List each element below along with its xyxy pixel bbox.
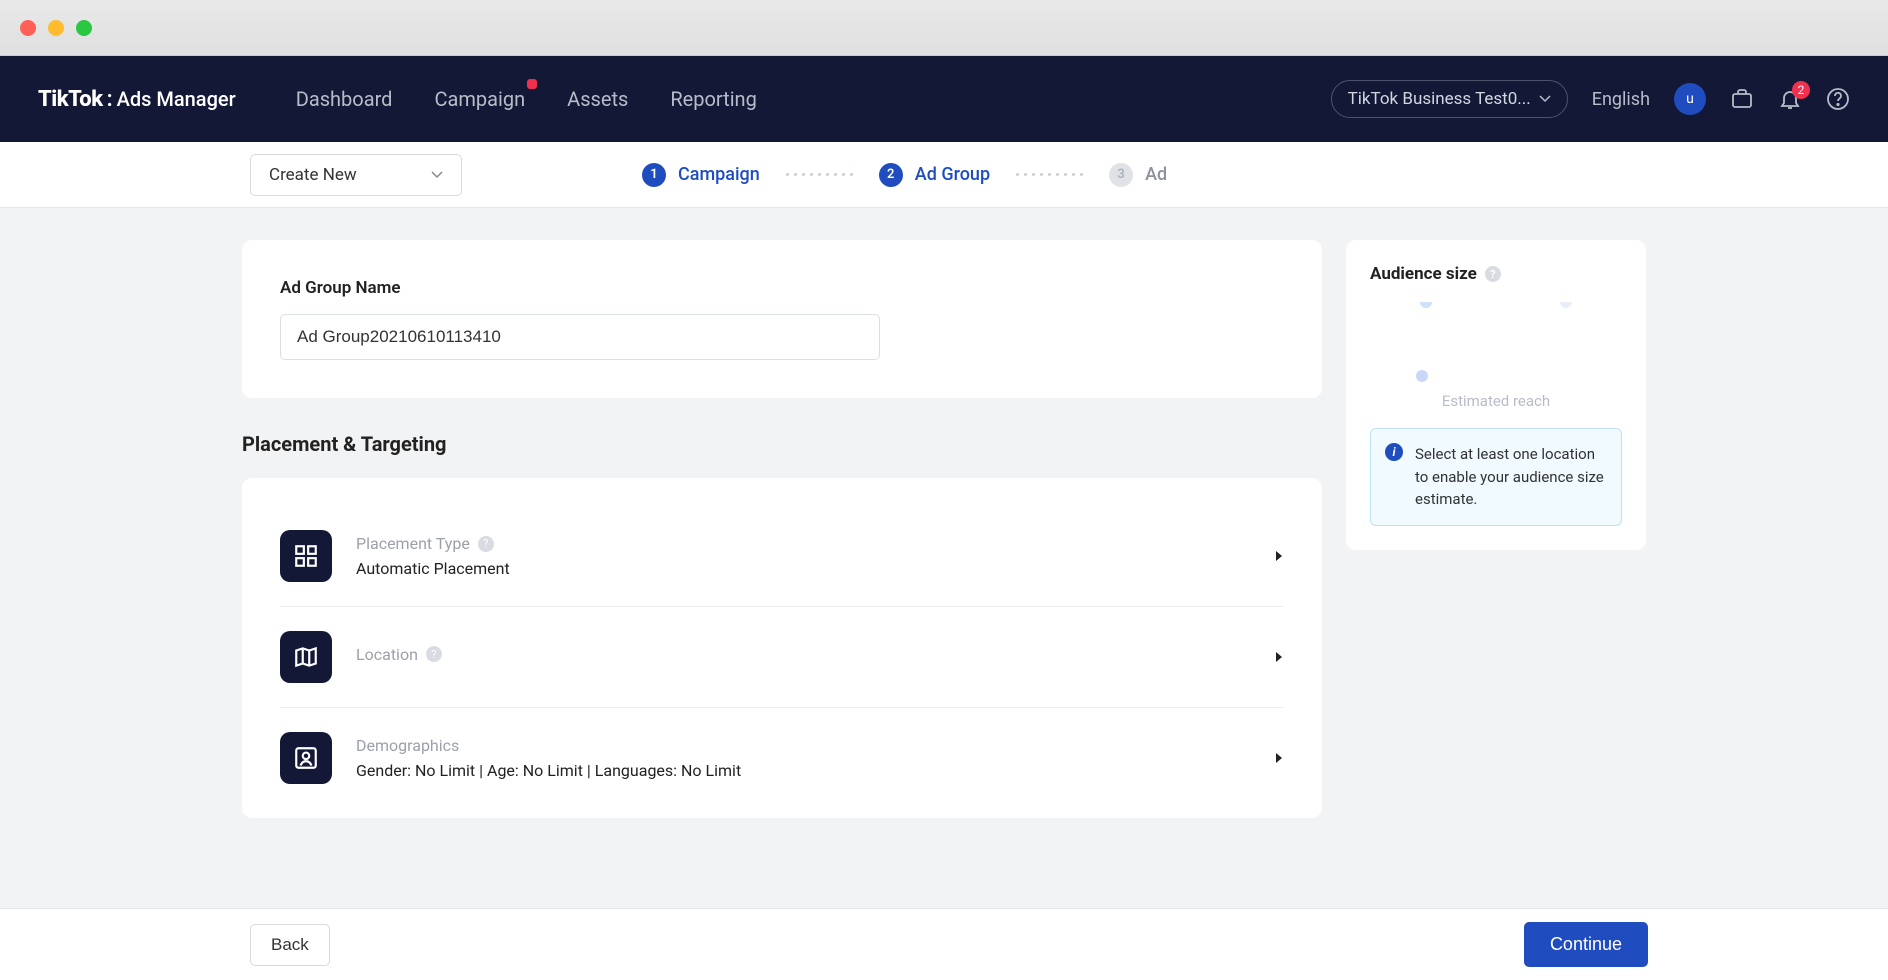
step-number: 3 [1109,163,1133,187]
nav-campaign-label: Campaign [434,87,525,111]
step-number: 2 [879,163,903,187]
gauge-needle-icon [1416,370,1428,382]
business-select[interactable]: TikTok Business Test0... [1331,80,1568,118]
notifications-button[interactable]: 2 [1778,87,1802,111]
window-close-icon[interactable] [20,20,36,36]
step-ad[interactable]: 3 Ad [1109,163,1167,187]
nav-links: Dashboard Campaign Assets Reporting [296,87,757,111]
alert: i Select at least one location to enable… [1370,428,1622,526]
info-icon: i [1385,443,1403,461]
row-location[interactable]: Location? [280,607,1284,708]
expand-arrow-icon [1274,547,1284,566]
gauge: Estimated reach [1370,302,1622,410]
row-body: Placement Type? Automatic Placement [356,534,1250,578]
help-tooltip-icon[interactable]: ? [478,536,494,552]
back-button[interactable]: Back [250,924,330,966]
chevron-down-icon [431,171,443,179]
nav-dashboard-label: Dashboard [296,87,393,111]
section-title: Placement & Targeting [242,432,1322,456]
create-mode-select[interactable]: Create New [250,154,462,196]
page: Ad Group Name Placement & Targeting Plac… [0,208,1888,938]
step-separator-icon [774,173,865,176]
help-tooltip-icon[interactable]: ? [426,646,442,662]
top-nav: TikTok: Ads Manager Dashboard Campaign A… [0,56,1888,142]
continue-button[interactable]: Continue [1524,922,1648,967]
adgroup-name-label: Ad Group Name [280,278,1284,298]
nav-dashboard[interactable]: Dashboard [296,87,393,111]
row-title: Location? [356,645,1250,664]
nav-campaign-badge-icon [527,79,537,89]
help-circle-icon [1826,87,1850,111]
map-icon [280,631,332,683]
back-button-label: Back [271,935,309,954]
alert-text: Select at least one location to enable y… [1415,443,1607,511]
step-label: Ad Group [915,164,990,185]
row-body: Location? [356,645,1250,670]
step-label: Ad [1145,164,1167,185]
nav-campaign[interactable]: Campaign [434,87,525,111]
nav-assets-label: Assets [567,87,628,111]
logo[interactable]: TikTok: Ads Manager [38,87,236,112]
step-label: Campaign [678,164,760,185]
business-select-label: TikTok Business Test0... [1348,89,1531,109]
window-maximize-icon[interactable] [76,20,92,36]
language-label: English [1592,89,1650,110]
steps-bar: Create New 1 Campaign 2 Ad Group 3 Ad [0,142,1888,208]
row-placement-type[interactable]: Placement Type? Automatic Placement [280,506,1284,607]
help-tooltip-icon[interactable]: ? [1485,266,1501,282]
row-value: Gender: No Limit | Age: No Limit | Langu… [356,761,1250,780]
audience-size-title-text: Audience size [1370,264,1477,284]
language-select[interactable]: English [1592,89,1650,110]
grid-icon [280,530,332,582]
row-body: Demographics Gender: No Limit | Age: No … [356,736,1250,780]
step-campaign[interactable]: 1 Campaign [642,163,760,187]
window-minimize-icon[interactable] [48,20,64,36]
row-title-text: Placement Type [356,534,470,553]
adgroup-name-card: Ad Group Name [242,240,1322,398]
step-adgroup[interactable]: 2 Ad Group [879,163,990,187]
step-number: 1 [642,163,666,187]
expand-arrow-icon [1274,749,1284,768]
estimated-reach-label: Estimated reach [1442,392,1550,410]
logo-product: Ads Manager [117,87,236,111]
side-column: Audience size ? Estimated reach i Select… [1346,240,1646,818]
steps: 1 Campaign 2 Ad Group 3 Ad [642,163,1167,187]
row-title: Placement Type? [356,534,1250,553]
footer: Back Continue [0,908,1888,980]
row-demographics[interactable]: Demographics Gender: No Limit | Age: No … [280,708,1284,808]
step-separator-icon [1004,173,1095,176]
briefcase-button[interactable] [1730,87,1754,111]
right-actions: TikTok Business Test0... English u 2 [1331,80,1850,118]
gauge-arc-icon [1416,302,1576,382]
audience-size-title: Audience size ? [1370,264,1622,284]
create-mode-label: Create New [269,165,357,185]
logo-sep: : [107,87,113,112]
audience-size-card: Audience size ? Estimated reach i Select… [1346,240,1646,550]
targeting-card: Placement Type? Automatic Placement Loca… [242,478,1322,818]
row-title-text: Location [356,645,418,664]
avatar[interactable]: u [1674,83,1706,115]
main-column: Ad Group Name Placement & Targeting Plac… [242,240,1322,818]
row-value: Automatic Placement [356,559,1250,578]
adgroup-name-input[interactable] [280,314,880,360]
notification-badge: 2 [1792,81,1810,99]
help-button[interactable] [1826,87,1850,111]
continue-button-label: Continue [1550,934,1622,954]
avatar-letter: u [1686,91,1694,107]
browser-chrome [0,0,1888,56]
logo-brand: TikTok [38,87,103,112]
briefcase-icon [1730,87,1754,111]
chevron-down-icon [1539,95,1551,103]
notification-count: 2 [1798,83,1805,97]
person-icon [280,732,332,784]
nav-reporting[interactable]: Reporting [670,87,757,111]
nav-reporting-label: Reporting [670,87,757,111]
expand-arrow-icon [1274,648,1284,667]
row-title-text: Demographics [356,736,459,755]
row-title: Demographics [356,736,1250,755]
nav-assets[interactable]: Assets [567,87,628,111]
